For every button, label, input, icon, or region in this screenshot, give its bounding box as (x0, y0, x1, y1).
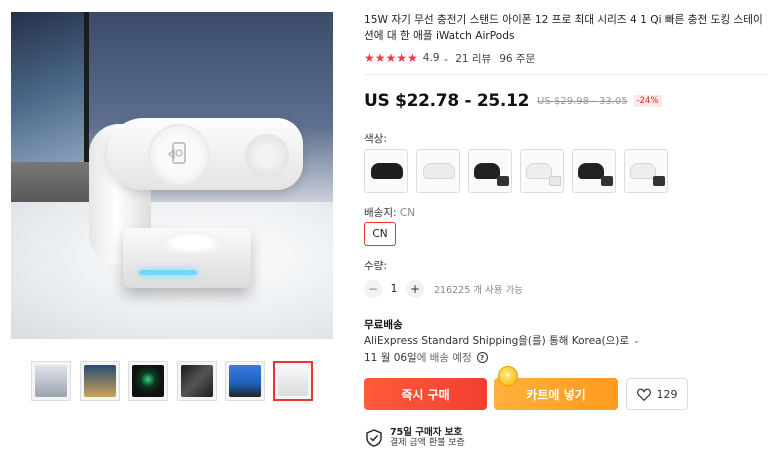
buyer-protection: 75일 구매자 보호 결제 금액 환불 보증 (366, 427, 465, 449)
color-swatch-white[interactable] (416, 149, 460, 193)
original-price: US $29.98 - 33.05 (537, 95, 628, 107)
delivery-estimate: 11 월 06일 에 배송 예정 ? (364, 350, 488, 365)
quantity-decrease-button[interactable]: − (364, 280, 382, 298)
laptop-screen-graphic (11, 12, 89, 162)
shipping-method-text[interactable]: AliExpress Standard Shipping을(를) 통해 Kore… (364, 333, 629, 348)
thumbnail-1[interactable] (31, 361, 71, 401)
quantity-increase-button[interactable]: + (406, 280, 424, 298)
heart-icon (636, 388, 651, 401)
main-product-image[interactable] (11, 12, 333, 339)
shipping-method[interactable]: AliExpress Standard Shipping을(를) 통해 Kore… (364, 333, 640, 348)
protection-subtitle: 결제 금액 환불 보증 (390, 438, 465, 448)
stock-available: 216225 개 사용 가능 (434, 285, 524, 296)
ship-from-option-cn[interactable]: CN (364, 222, 396, 246)
protection-title: 75일 구매자 보호 (390, 427, 463, 438)
ship-from-label-text: 배송지: (364, 207, 397, 219)
rating-row: ★★★★★ 4.9 ⌄ 21 리뷰 96 주문 (364, 51, 535, 65)
thumbnail-6-active[interactable] (273, 361, 313, 401)
rating-value[interactable]: 4.9 (423, 52, 440, 64)
shield-check-icon (366, 429, 382, 447)
coin-bolt-icon: ⚡ (498, 366, 518, 386)
charging-phone-icon (167, 142, 186, 164)
ship-from-selected: CN (399, 207, 416, 219)
discount-badge: -24% (633, 95, 662, 107)
color-swatch-black-bundle-2[interactable] (572, 149, 616, 193)
thumbnail-4[interactable] (177, 361, 217, 401)
review-count[interactable]: 21 리뷰 (455, 51, 491, 66)
led-light-strip-graphic (139, 270, 197, 275)
add-to-cart-button[interactable]: ⚡ 카트에 넣기 (494, 366, 618, 410)
buy-now-button[interactable]: 즉시 구매 (364, 378, 487, 410)
phone-pad-graphic (148, 124, 210, 186)
wishlist-button[interactable]: 129 (626, 378, 688, 410)
color-label: 색상: (364, 133, 387, 145)
title-divider (364, 74, 768, 75)
ship-from-label: 배송지: CN (364, 205, 415, 220)
free-shipping-title: 무료배송 (364, 319, 403, 331)
thumbnail-2[interactable] (80, 361, 120, 401)
watch-pad-graphic (161, 232, 223, 254)
quantity-input[interactable]: 1 (382, 283, 406, 295)
quantity-stepper: − 1 + 216225 개 사용 가능 (364, 280, 523, 298)
color-swatch-white-bundle-1[interactable] (520, 149, 564, 193)
wishlist-count: 129 (656, 387, 678, 401)
thumbnail-5[interactable] (225, 361, 265, 401)
color-swatch-black-bundle-1[interactable] (468, 149, 512, 193)
color-swatch-white-bundle-2[interactable] (624, 149, 668, 193)
star-rating-icon: ★★★★★ (364, 51, 418, 65)
add-to-cart-label: 카트에 넣기 (526, 387, 586, 402)
price: US $22.78 - 25.12 (364, 91, 530, 111)
price-row: US $22.78 - 25.12 US $29.98 - 33.05 -24% (364, 91, 662, 111)
color-swatch-black[interactable] (364, 149, 408, 193)
thumbnail-3[interactable] (128, 361, 168, 401)
chevron-down-icon[interactable]: ⌄ (633, 336, 640, 345)
quantity-label: 수량: (364, 260, 387, 272)
order-count: 96 주문 (499, 52, 536, 65)
delivery-suffix: 에 배송 예정 (416, 352, 472, 364)
rating-chevron-icon[interactable]: ⌄ (443, 54, 450, 63)
help-icon[interactable]: ? (476, 352, 488, 363)
product-title: 15W 자기 무선 충전기 스탠드 아이폰 12 프로 최대 시리즈 4 1 Q… (364, 14, 763, 42)
airpods-pad-graphic (245, 134, 289, 178)
delivery-date: 11 월 06일 (364, 352, 417, 364)
